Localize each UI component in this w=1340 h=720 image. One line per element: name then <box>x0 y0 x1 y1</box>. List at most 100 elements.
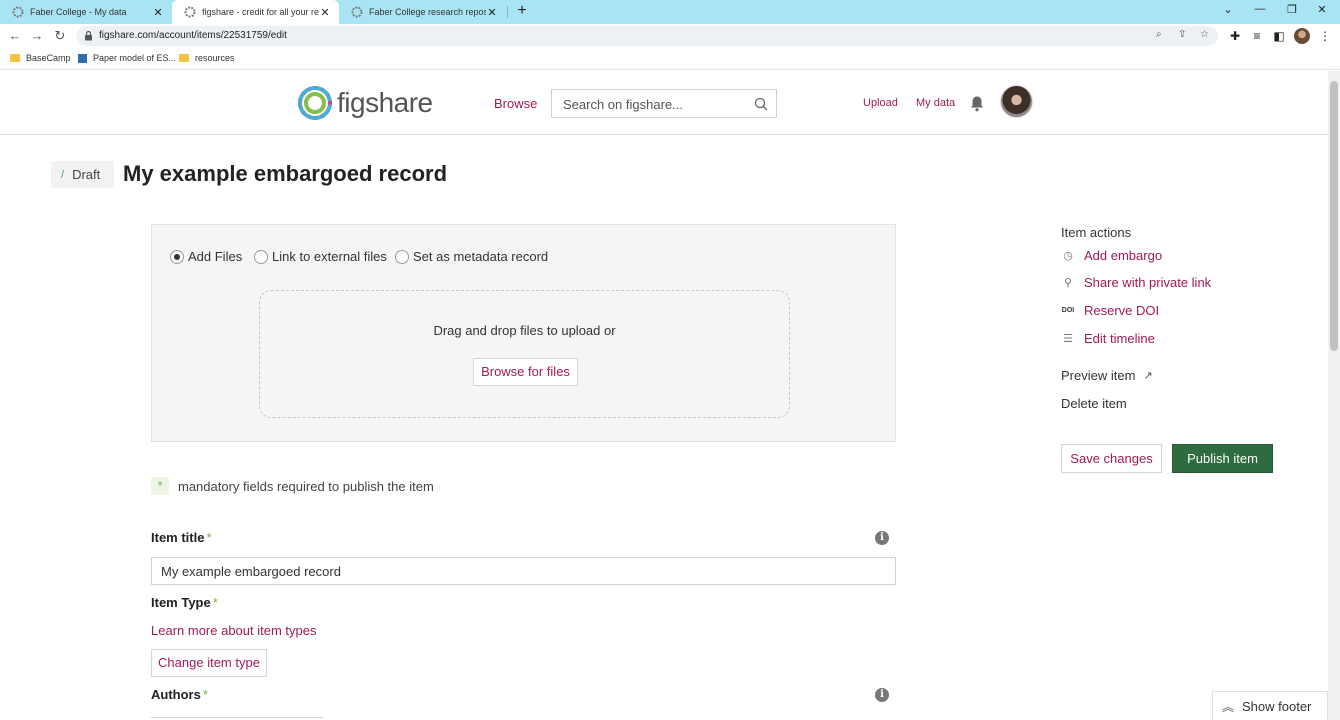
tab-title: Faber College research reposito <box>369 7 486 17</box>
address-bar[interactable]: figshare.com/account/items/22531759/edit… <box>76 26 1218 46</box>
timer-icon: ◷ <box>1063 250 1073 262</box>
site-header: figshare Browse Search on figshare... Up… <box>0 71 1328 135</box>
bookmark-resources[interactable]: resources <box>179 53 235 63</box>
item-actions-heading: Item actions <box>1061 225 1132 240</box>
show-footer-label: Show footer <box>1242 698 1312 714</box>
radio-button[interactable] <box>170 249 184 264</box>
list-icon: ☰ <box>1063 333 1073 345</box>
user-avatar[interactable] <box>1000 85 1033 118</box>
pencil-icon: / <box>61 168 65 181</box>
change-item-type-button[interactable]: Change item type <box>151 649 267 677</box>
scrollbar-thumb[interactable] <box>1330 81 1338 351</box>
delete-item-link[interactable]: Delete item <box>1061 396 1127 411</box>
tab-search-chevron-icon[interactable]: ⌄ <box>1219 3 1237 16</box>
share-icon[interactable]: ⇪ <box>1178 29 1186 40</box>
radio-metadata-record[interactable]: Set as metadata record <box>395 249 548 264</box>
required-marker: * <box>212 595 218 610</box>
minimize-icon[interactable]: — <box>1251 3 1269 15</box>
mandatory-note: * mandatory fields required to publish t… <box>151 477 434 495</box>
chevron-up-icon: ︽ <box>1222 699 1235 714</box>
logo-wordmark: figshare <box>337 87 433 118</box>
media-control-icon[interactable]: ≡ <box>1249 29 1265 43</box>
tab-title: Faber College - My data <box>30 7 127 17</box>
radio-label: Set as metadata record <box>413 249 549 264</box>
my-data-link[interactable]: My data <box>916 97 955 109</box>
side-panel-icon[interactable]: ◧ <box>1271 29 1287 43</box>
preview-item-link[interactable]: Preview item ↗ <box>1061 368 1153 383</box>
radio-button[interactable] <box>254 249 268 264</box>
bookmark-label: BaseCamp <box>26 53 71 63</box>
bookmark-star-icon[interactable]: ☆ <box>1200 29 1209 40</box>
folder-icon <box>10 54 20 62</box>
action-label: Edit timeline <box>1084 331 1155 346</box>
browser-profile-avatar[interactable] <box>1294 28 1310 44</box>
tab-title: figshare - credit for all your rese <box>202 7 319 17</box>
add-embargo-action[interactable]: ◷ Add embargo <box>1061 248 1162 263</box>
learn-item-types-link[interactable]: Learn more about item types <box>151 623 316 638</box>
radio-add-files[interactable]: Add Files <box>170 249 242 264</box>
external-link-icon: ↗ <box>1143 370 1153 382</box>
authors-label: Authors * <box>151 687 208 702</box>
search-placeholder: Search on figshare... <box>563 97 683 112</box>
publish-item-button[interactable]: Publish item <box>1172 444 1273 473</box>
upload-panel: Add Files Link to external files Set as … <box>151 224 896 442</box>
item-title-input[interactable] <box>151 557 896 585</box>
browser-tab-my-data[interactable]: Faber College - My data ✕ <box>0 0 172 24</box>
zoom-icon[interactable]: ⌕ <box>1156 29 1162 40</box>
forward-arrow-icon[interactable]: → <box>29 28 45 43</box>
back-arrow-icon[interactable]: ← <box>7 28 23 43</box>
figshare-favicon-icon <box>184 6 196 18</box>
doi-icon: DOI <box>1061 307 1075 314</box>
browse-link[interactable]: Browse <box>494 96 537 111</box>
radio-link-external[interactable]: Link to external files <box>254 249 387 264</box>
figshare-logo-icon <box>298 86 332 120</box>
browser-tab-figshare[interactable]: figshare - credit for all your rese ✕ <box>172 0 339 24</box>
search-input[interactable]: Search on figshare... <box>551 89 777 118</box>
extensions-icon[interactable]: ✚ <box>1227 29 1243 43</box>
window-close-icon[interactable]: ✕ <box>1313 3 1331 16</box>
show-footer-button[interactable]: ︽ Show footer <box>1212 691 1328 720</box>
reserve-doi-action[interactable]: DOI Reserve DOI <box>1061 303 1159 318</box>
radio-label: Link to external files <box>272 249 387 264</box>
bookmark-basecamp[interactable]: BaseCamp <box>10 53 71 63</box>
url-text: figshare.com/account/items/22531759/edit <box>99 30 287 41</box>
menu-kebab-icon[interactable]: ⋮ <box>1317 29 1333 43</box>
figshare-favicon-icon <box>351 6 363 18</box>
upload-link[interactable]: Upload <box>863 97 898 109</box>
tab-separator <box>507 6 508 18</box>
file-dropzone[interactable]: Drag and drop files to upload or Browse … <box>259 290 790 418</box>
field-label-text: Item Type <box>151 595 211 610</box>
bell-icon[interactable] <box>969 95 985 112</box>
required-marker: * <box>202 687 208 702</box>
restore-icon[interactable]: ❐ <box>1283 3 1301 16</box>
action-label: Reserve DOI <box>1084 303 1160 318</box>
edit-timeline-action[interactable]: ☰ Edit timeline <box>1061 331 1155 346</box>
figshare-logo[interactable]: figshare <box>295 83 433 123</box>
page-scrollbar[interactable] <box>1328 71 1340 720</box>
reload-icon[interactable]: ↻ <box>52 28 68 44</box>
folder-icon <box>179 54 189 62</box>
search-icon[interactable] <box>754 97 768 111</box>
browse-files-button[interactable]: Browse for files <box>473 358 578 386</box>
browser-tab-repository[interactable]: Faber College research reposito ✕ <box>339 0 506 24</box>
status-label: Draft <box>72 167 101 182</box>
browser-tab-strip: Faber College - My data ✕ figshare - cre… <box>0 0 1340 24</box>
item-type-label: Item Type * <box>151 595 218 610</box>
tab-close-icon[interactable]: ✕ <box>486 6 498 19</box>
tab-close-icon[interactable]: ✕ <box>319 6 331 19</box>
mandatory-text: mandatory fields required to publish the… <box>178 478 434 494</box>
share-private-link-action[interactable]: ⚲ Share with private link <box>1061 275 1211 290</box>
page-title: My example embargoed record <box>123 161 448 186</box>
page-viewport: figshare Browse Search on figshare... Up… <box>0 71 1328 720</box>
bookmarks-bar: BaseCamp Paper model of ES... resources <box>0 48 1340 70</box>
tab-close-icon[interactable]: ✕ <box>152 6 164 19</box>
radio-label: Add Files <box>188 249 243 264</box>
info-icon[interactable]: i <box>875 688 889 702</box>
new-tab-button[interactable]: + <box>513 2 531 20</box>
radio-button[interactable] <box>395 249 409 264</box>
bookmark-paper-model[interactable]: Paper model of ES... <box>78 53 176 63</box>
required-star-icon: * <box>151 477 169 495</box>
info-icon[interactable]: i <box>875 531 889 545</box>
save-changes-button[interactable]: Save changes <box>1061 444 1162 473</box>
field-label-text: Item title <box>151 530 205 545</box>
